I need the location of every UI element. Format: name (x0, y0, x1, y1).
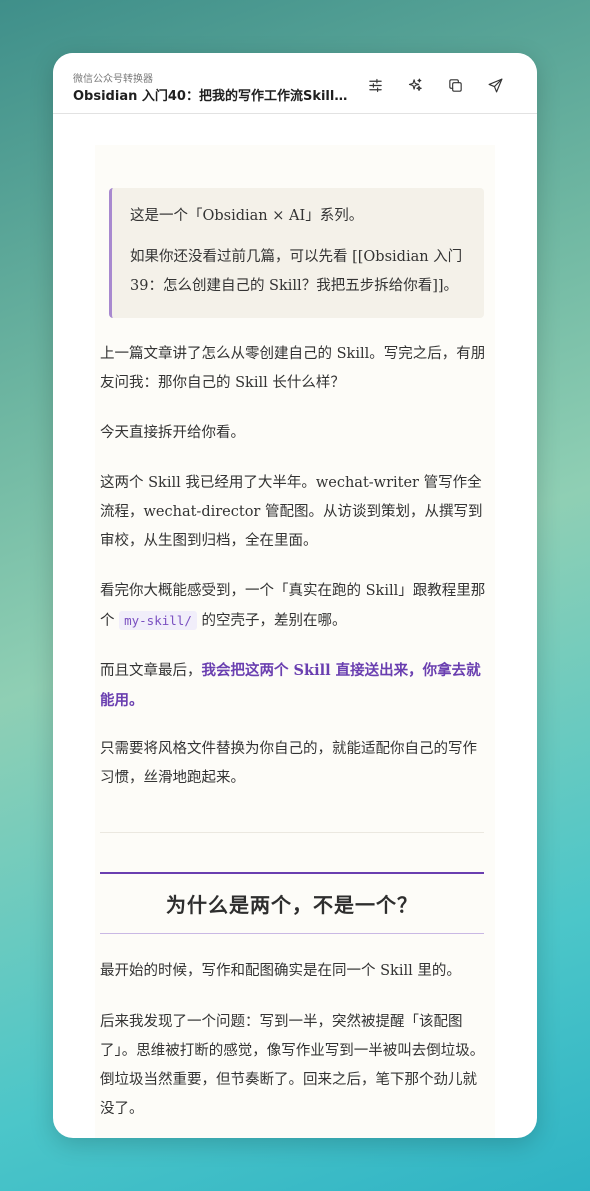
section-heading: 为什么是两个，不是一个？ (100, 872, 484, 934)
copy-button[interactable] (445, 75, 465, 95)
document-title: Obsidian 入门40：把我的写作工作流Skill 直接送给你 (73, 89, 351, 104)
heading-text: 为什么是两个，不是一个？ (166, 893, 418, 917)
paragraph: 这两个 Skill 我已经用了大半年。wechat-writer 管写作全流程，… (100, 475, 483, 549)
send-icon (488, 78, 502, 92)
quote-line: 如果你还没看过前几篇，可以先看 [[Obsidian 入门39：怎么创建自己的 … (130, 249, 463, 294)
paragraph: 最开始的时候，写作和配图确实是在同一个 Skill 里的。 (100, 963, 461, 979)
copy-icon (448, 78, 462, 92)
sparkles-icon (408, 78, 422, 91)
window-header: 微信公众号转换器 Obsidian 入门40：把我的写作工作流Skill 直接送… (53, 53, 537, 114)
text: 而且文章最后， (100, 663, 202, 679)
intro-blockquote: 这是一个「Obsidian × AI」系列。 如果你还没看过前几篇，可以先看 [… (109, 188, 484, 318)
sliders-icon (368, 78, 382, 92)
paragraph: 上一篇文章讲了怎么从零创建自己的 Skill。写完之后，有朋友问我：那你自己的 … (100, 346, 486, 391)
settings-button[interactable] (365, 75, 385, 95)
app-name: 微信公众号转换器 (73, 74, 153, 85)
quote-line: 这是一个「Obsidian × AI」系列。 (130, 208, 364, 224)
paragraph: 只需要将风格文件替换为你自己的，就能适配你自己的写作习惯，丝滑地跑起来。 (100, 741, 477, 786)
paragraph: 看完你大概能感受到，一个「真实在跑的 Skill」跟教程里那个 my-skill… (100, 577, 486, 636)
ai-button[interactable] (405, 75, 425, 95)
send-button[interactable] (485, 75, 505, 95)
inline-code: my-skill/ (119, 611, 197, 630)
section-divider (100, 832, 484, 833)
paragraph: 今天直接拆开给你看。 (100, 425, 245, 441)
paragraph: 而且文章最后，我会把这两个 Skill 直接送出来，你拿去就能用。 (100, 656, 486, 716)
text: 的空壳子，差别在哪。 (201, 613, 347, 629)
paragraph: 后来我发现了一个问题：写到一半，突然被提醒「该配图了」。思维被打断的感觉，像写作… (100, 1014, 485, 1117)
converter-window: 微信公众号转换器 Obsidian 入门40：把我的写作工作流Skill 直接送… (53, 53, 537, 1138)
